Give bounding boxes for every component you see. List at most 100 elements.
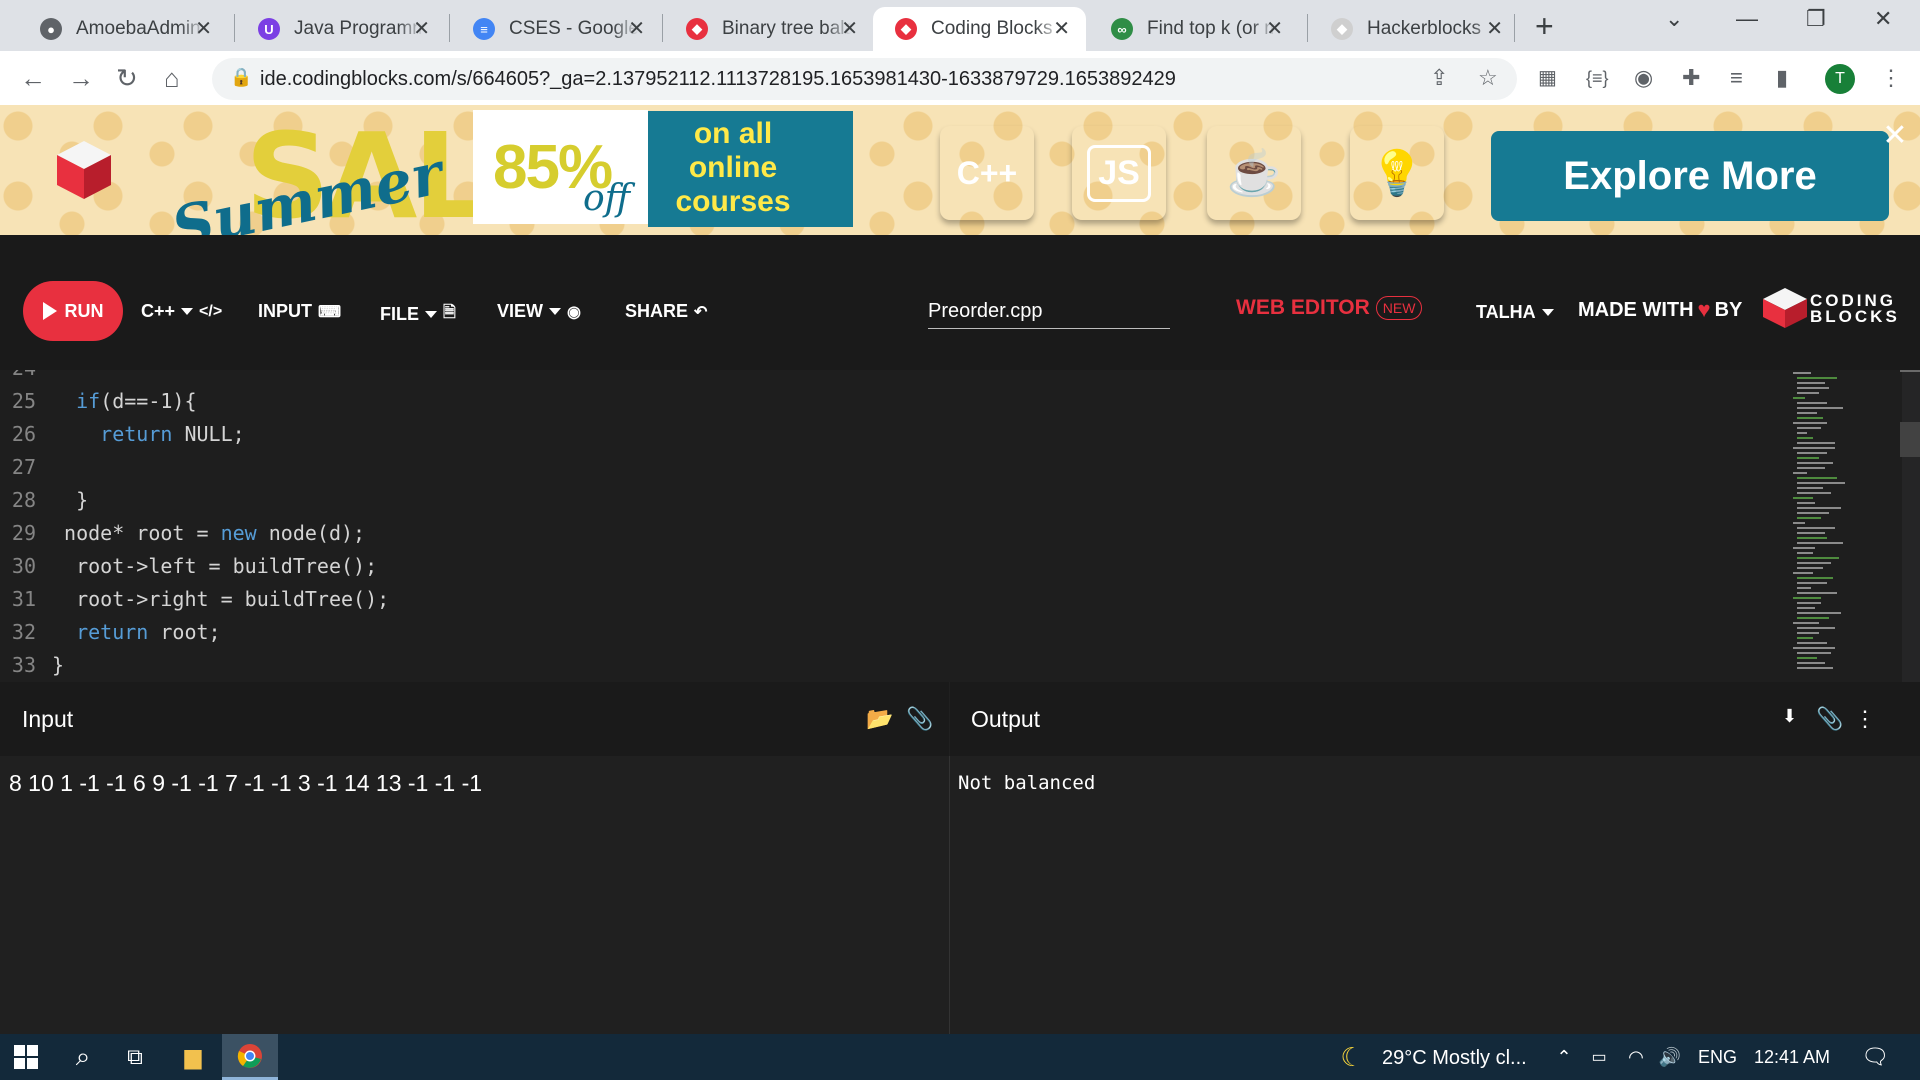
- browser-tab[interactable]: ◆ Binary tree bala ✕: [664, 7, 874, 51]
- explore-more-button[interactable]: Explore More: [1491, 131, 1889, 221]
- folder-open-icon[interactable]: 📂: [866, 706, 893, 732]
- file-menu[interactable]: FILE 🗎: [380, 301, 456, 328]
- code-line[interactable]: 27: [0, 455, 1780, 488]
- minimap-line: [1797, 532, 1825, 534]
- reload-icon[interactable]: ↻: [116, 63, 138, 93]
- tab-search-icon[interactable]: ⌄: [1665, 6, 1683, 32]
- code-line[interactable]: 32 return root;: [0, 620, 1780, 653]
- keyboard-icon: ⌨: [318, 303, 342, 321]
- weather-text[interactable]: 29°C Mostly cl...: [1382, 1047, 1527, 1070]
- extension-circle-icon[interactable]: ◉: [1634, 63, 1653, 93]
- minimap-line: [1797, 482, 1845, 484]
- browser-tab[interactable]: ● AmoebaAdmin ✕: [18, 7, 228, 51]
- user-menu[interactable]: TALHA: [1476, 302, 1554, 323]
- clock[interactable]: 12:41 AM: [1754, 1047, 1830, 1068]
- minimap-line: [1797, 492, 1831, 494]
- more-vertical-icon[interactable]: ⋮: [1854, 706, 1876, 732]
- chrome-taskbar-icon[interactable]: [222, 1034, 278, 1080]
- tab-close-icon[interactable]: ✕: [1053, 18, 1070, 40]
- web-editor-link[interactable]: WEB EDITOR NEW: [1236, 296, 1423, 320]
- new-tab-button[interactable]: +: [1535, 10, 1554, 42]
- paperclip-icon[interactable]: 📎: [1816, 706, 1843, 732]
- extension-json-icon[interactable]: {≡}: [1586, 63, 1609, 93]
- tab-close-icon[interactable]: ✕: [413, 18, 430, 40]
- browser-tab[interactable]: ◆ Hackerblocks ✕: [1309, 7, 1519, 51]
- code-editor[interactable]: 24 25 if(d==-1){26 return NULL;2728 }29 …: [0, 370, 1920, 682]
- windows-start-icon[interactable]: [0, 1034, 52, 1080]
- home-icon[interactable]: ⌂: [164, 63, 180, 93]
- code-line[interactable]: 25 if(d==-1){: [0, 389, 1780, 422]
- file-label: FILE: [380, 304, 419, 324]
- minimap-line: [1797, 617, 1829, 619]
- tab-close-icon[interactable]: ✕: [195, 18, 212, 40]
- minimap-line: [1797, 477, 1837, 479]
- stdin-textarea[interactable]: 8 10 1 -1 -1 6 9 -1 -1 7 -1 -1 3 -1 14 1…: [9, 770, 482, 797]
- editor-scrollbar-top: [1900, 370, 1920, 372]
- restore-button[interactable]: ❐: [1806, 6, 1826, 32]
- codingblocks-icon: ◆: [895, 18, 917, 40]
- editor-scrollbar-track[interactable]: [1902, 370, 1920, 682]
- search-icon[interactable]: ⌕: [58, 1034, 108, 1080]
- chevron-up-icon[interactable]: ⌃: [1552, 1034, 1576, 1080]
- forward-icon[interactable]: →: [68, 63, 94, 93]
- codingblocks-logo-icon[interactable]: [1762, 287, 1808, 329]
- promo-banner[interactable]: SALE Summer 85% off on all online course…: [0, 105, 1920, 235]
- codingblocks-brand-text[interactable]: CODING BLOCKS: [1810, 292, 1900, 325]
- profile-avatar[interactable]: T: [1825, 64, 1855, 94]
- view-menu[interactable]: VIEW ◉: [497, 301, 581, 322]
- filename-input[interactable]: [928, 295, 1170, 329]
- tab-close-icon[interactable]: ✕: [628, 18, 645, 40]
- side-panel-icon[interactable]: ▮: [1776, 63, 1788, 93]
- code-line[interactable]: 29 node* root = new node(d);: [0, 521, 1780, 554]
- menu-kebab-icon[interactable]: ⋮: [1880, 63, 1902, 93]
- code-minimap[interactable]: [1787, 370, 1902, 682]
- extensions-puzzle-icon[interactable]: ✚: [1682, 63, 1700, 93]
- chevron-down-icon: [181, 308, 194, 315]
- url-text[interactable]: ide.codingblocks.com/s/664605?_ga=2.1379…: [260, 68, 1176, 91]
- bookmark-star-icon[interactable]: ☆: [1478, 63, 1498, 93]
- notifications-icon[interactable]: 🗨: [1855, 1034, 1895, 1080]
- extension-1-icon[interactable]: ▦: [1538, 63, 1557, 93]
- share-button[interactable]: SHARE ↶: [625, 301, 707, 322]
- minimap-line: [1797, 592, 1837, 594]
- download-icon[interactable]: ⬇: [1782, 706, 1797, 727]
- paperclip-icon[interactable]: 📎: [906, 706, 933, 732]
- close-window-button[interactable]: ✕: [1874, 6, 1892, 32]
- editor-toolbar: RUN C++ </> INPUT ⌨ FILE 🗎 VIEW ◉ SHARE ↶ WEB…: [0, 235, 1920, 370]
- run-button[interactable]: RUN: [23, 281, 123, 341]
- tab-close-icon[interactable]: ✕: [1486, 18, 1503, 40]
- tab-close-icon[interactable]: ✕: [1266, 18, 1283, 40]
- tab-separator: [662, 14, 663, 42]
- code-line[interactable]: 30 root->left = buildTree();: [0, 554, 1780, 587]
- code-line[interactable]: 26 return NULL;: [0, 422, 1780, 455]
- wifi-icon[interactable]: ◠: [1622, 1034, 1650, 1080]
- chevron-down-icon: [1541, 309, 1554, 316]
- back-icon[interactable]: ←: [20, 63, 46, 93]
- minimize-button[interactable]: —: [1736, 6, 1758, 32]
- browser-tab[interactable]: U Java Programm ✕: [236, 7, 446, 51]
- input-toggle[interactable]: INPUT ⌨: [258, 301, 341, 322]
- tab-close-icon[interactable]: ✕: [841, 18, 858, 40]
- banner-close-icon[interactable]: ✕: [1880, 121, 1910, 151]
- battery-icon[interactable]: ▭: [1586, 1034, 1612, 1080]
- code-line[interactable]: 31 root->right = buildTree();: [0, 587, 1780, 620]
- volume-icon[interactable]: 🔊: [1656, 1034, 1684, 1080]
- share-page-icon[interactable]: ⇪: [1430, 63, 1448, 93]
- browser-tab[interactable]: ∞ Find top k (or m ✕: [1089, 7, 1299, 51]
- editor-scrollbar-thumb[interactable]: [1900, 422, 1920, 457]
- task-view-icon[interactable]: ⧉: [110, 1034, 160, 1080]
- address-bar[interactable]: 🔒 ide.codingblocks.com/s/664605?_ga=2.13…: [212, 58, 1517, 100]
- media-control-icon[interactable]: ≡: [1730, 63, 1743, 93]
- browser-tab[interactable]: ◆ Coding Blocks ✕: [873, 7, 1086, 51]
- browser-tab[interactable]: ≡ CSES - Google ✕: [451, 7, 661, 51]
- file-explorer-icon[interactable]: ▆: [168, 1034, 218, 1080]
- language-dropdown[interactable]: C++ </>: [141, 301, 222, 322]
- code-line[interactable]: 28 }: [0, 488, 1780, 521]
- code-line[interactable]: 33}: [0, 653, 1780, 682]
- weather-moon-icon[interactable]: ☾: [1334, 1034, 1370, 1080]
- minimap-line: [1797, 607, 1815, 609]
- language-indicator[interactable]: ENG: [1698, 1047, 1737, 1068]
- lock-icon[interactable]: 🔒: [230, 67, 252, 88]
